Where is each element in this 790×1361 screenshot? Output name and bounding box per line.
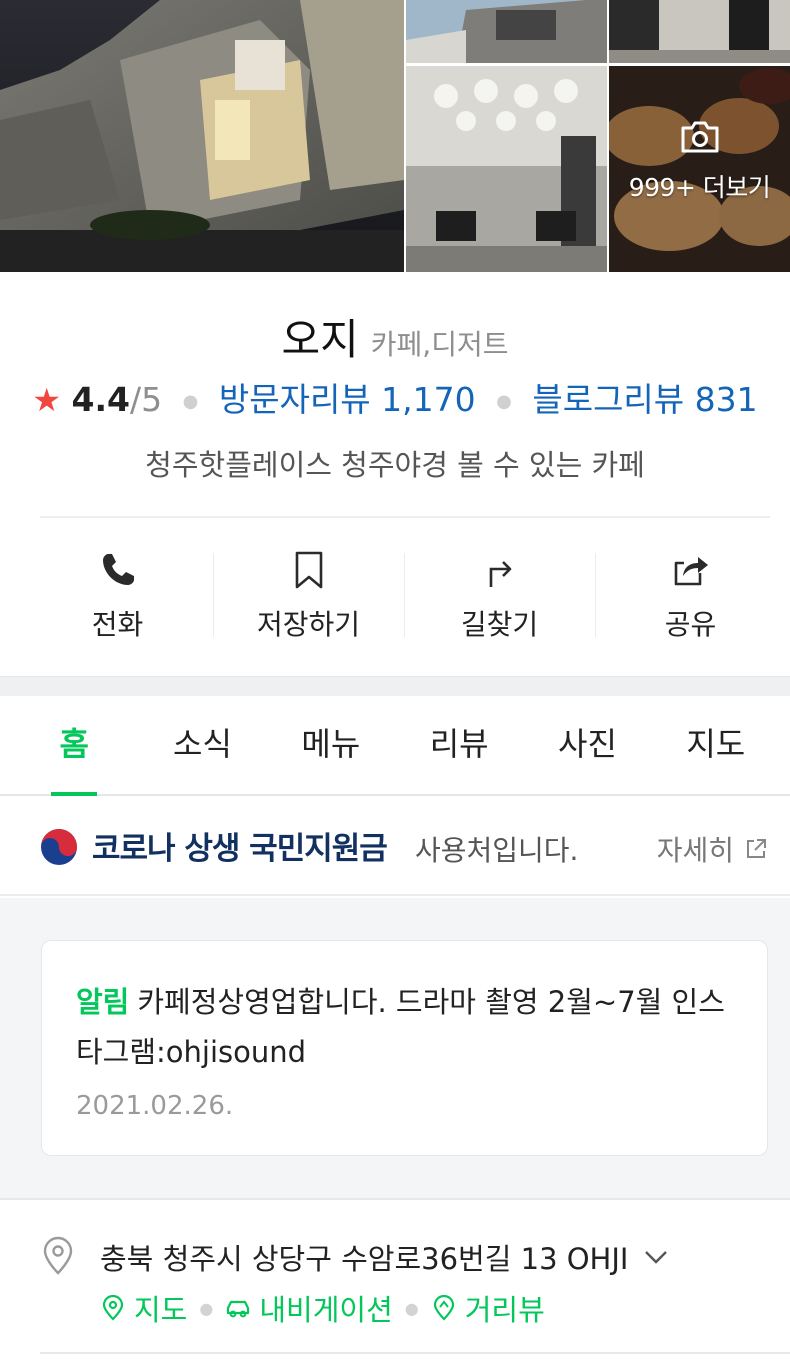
rating-score: 4.4	[71, 380, 131, 419]
photo-desserts-more[interactable]: 999+ 더보기	[609, 66, 790, 272]
notice-date: 2021.02.26.	[76, 1091, 234, 1121]
navigation-link[interactable]: 내비게이션	[225, 1287, 393, 1329]
camera-icon	[681, 121, 718, 153]
detail-link[interactable]: 자세히	[657, 829, 768, 869]
address-text: 충북 청주시 상당구 수암로36번길 13 OHJI	[100, 1242, 629, 1276]
tab-menu[interactable]: 메뉴	[267, 696, 395, 794]
street-view-link-label: 거리뷰	[464, 1293, 545, 1327]
call-button[interactable]: 전화	[22, 535, 213, 645]
photo-interior-1[interactable]	[609, 0, 790, 63]
support-fund-title: 코로나 상생 국민지원금	[92, 831, 388, 867]
separator-dot: ●	[199, 1298, 214, 1318]
photo-exterior-day[interactable]	[406, 0, 607, 63]
call-label: 전화	[91, 608, 144, 641]
save-label: 저장하기	[256, 608, 361, 641]
separator-dot: ●	[404, 1298, 419, 1318]
rating-row: ★ 4.4/5 ● 방문자리뷰 1,170 ● 블로그리뷰 831	[0, 373, 790, 421]
directions-label: 길찾기	[460, 608, 539, 641]
tab-review[interactable]: 리뷰	[395, 696, 523, 794]
external-link-icon	[747, 839, 766, 858]
navigation-link-label: 내비게이션	[259, 1293, 393, 1327]
address-links: 지도 ● 내비게이션 ● 거리뷰	[100, 1287, 545, 1329]
notice-section: 알림 카페정상영업합니다. 드라마 촬영 2월~7월 인스타그램:ohjisoun…	[0, 898, 790, 1198]
chevron-down-icon[interactable]	[642, 1243, 670, 1271]
action-bar: 전화 저장하기 길찾기 공유	[22, 535, 786, 645]
tab-home[interactable]: 홈	[10, 696, 138, 796]
blog-review-link[interactable]: 블로그리뷰 831	[532, 380, 757, 419]
map-link[interactable]: 지도	[100, 1287, 187, 1329]
bookmark-icon	[295, 551, 322, 589]
korea-emblem-icon	[41, 829, 77, 865]
tab-news[interactable]: 소식	[138, 696, 266, 794]
map-link-label: 지도	[134, 1293, 188, 1327]
divider	[40, 1352, 790, 1354]
tab-map[interactable]: 지도	[652, 696, 780, 794]
notice-card[interactable]: 알림 카페정상영업합니다. 드라마 촬영 2월~7월 인스타그램:ohjisoun…	[41, 940, 768, 1156]
map-pin-icon	[102, 1295, 124, 1321]
section-gap	[0, 676, 790, 696]
phone-icon	[102, 554, 134, 585]
tab-photo[interactable]: 사진	[523, 696, 651, 794]
photo-interior-lights[interactable]	[406, 66, 607, 272]
rating-max: /5	[130, 380, 163, 419]
car-icon	[227, 1300, 250, 1318]
share-icon	[674, 557, 708, 586]
notice-tag: 알림	[76, 985, 130, 1019]
star-icon: ★	[32, 381, 62, 419]
separator-dot: ●	[496, 391, 512, 412]
place-description: 청주핫플레이스 청주야경 볼 수 있는 카페	[145, 448, 645, 482]
detail-label: 자세히	[656, 834, 734, 867]
save-button[interactable]: 저장하기	[213, 535, 404, 645]
street-view-icon	[433, 1295, 454, 1321]
visitor-review-link[interactable]: 방문자리뷰 1,170	[219, 380, 476, 419]
share-button[interactable]: 공유	[595, 535, 786, 645]
address-row[interactable]: 충북 청주시 상당구 수암로36번길 13 OHJI	[100, 1236, 670, 1278]
more-photos-label: 999+ 더보기	[628, 173, 771, 202]
place-title-row: 오지 카페,디저트	[0, 306, 790, 367]
directions-button[interactable]: 길찾기	[404, 535, 595, 645]
more-photos-overlay[interactable]: 999+ 더보기	[609, 66, 790, 272]
divider	[40, 516, 770, 518]
notice-body: 알림 카페정상영업합니다. 드라마 촬영 2월~7월 인스타그램:ohjisoun…	[76, 977, 746, 1077]
divider	[0, 1198, 790, 1200]
photo-gallery: 999+ 더보기	[0, 0, 790, 272]
support-fund-banner[interactable]: 코로나 상생 국민지원금 사용처입니다. 자세히	[0, 798, 790, 896]
tab-bar: 홈 소식 메뉴 리뷰 사진 지도	[0, 696, 790, 796]
directions-icon	[489, 561, 511, 587]
photo-building-night[interactable]	[0, 0, 404, 272]
notice-text: 카페정상영업합니다. 드라마 촬영 2월~7월 인스타그램:ohjisound	[76, 985, 725, 1069]
support-fund-text: 사용처입니다.	[415, 834, 579, 867]
location-pin-icon	[43, 1236, 73, 1275]
share-label: 공유	[664, 608, 717, 641]
place-name: 오지	[281, 315, 359, 364]
separator-dot: ●	[182, 391, 199, 412]
street-view-link[interactable]: 거리뷰	[431, 1287, 545, 1329]
place-category: 카페,디저트	[370, 328, 509, 361]
